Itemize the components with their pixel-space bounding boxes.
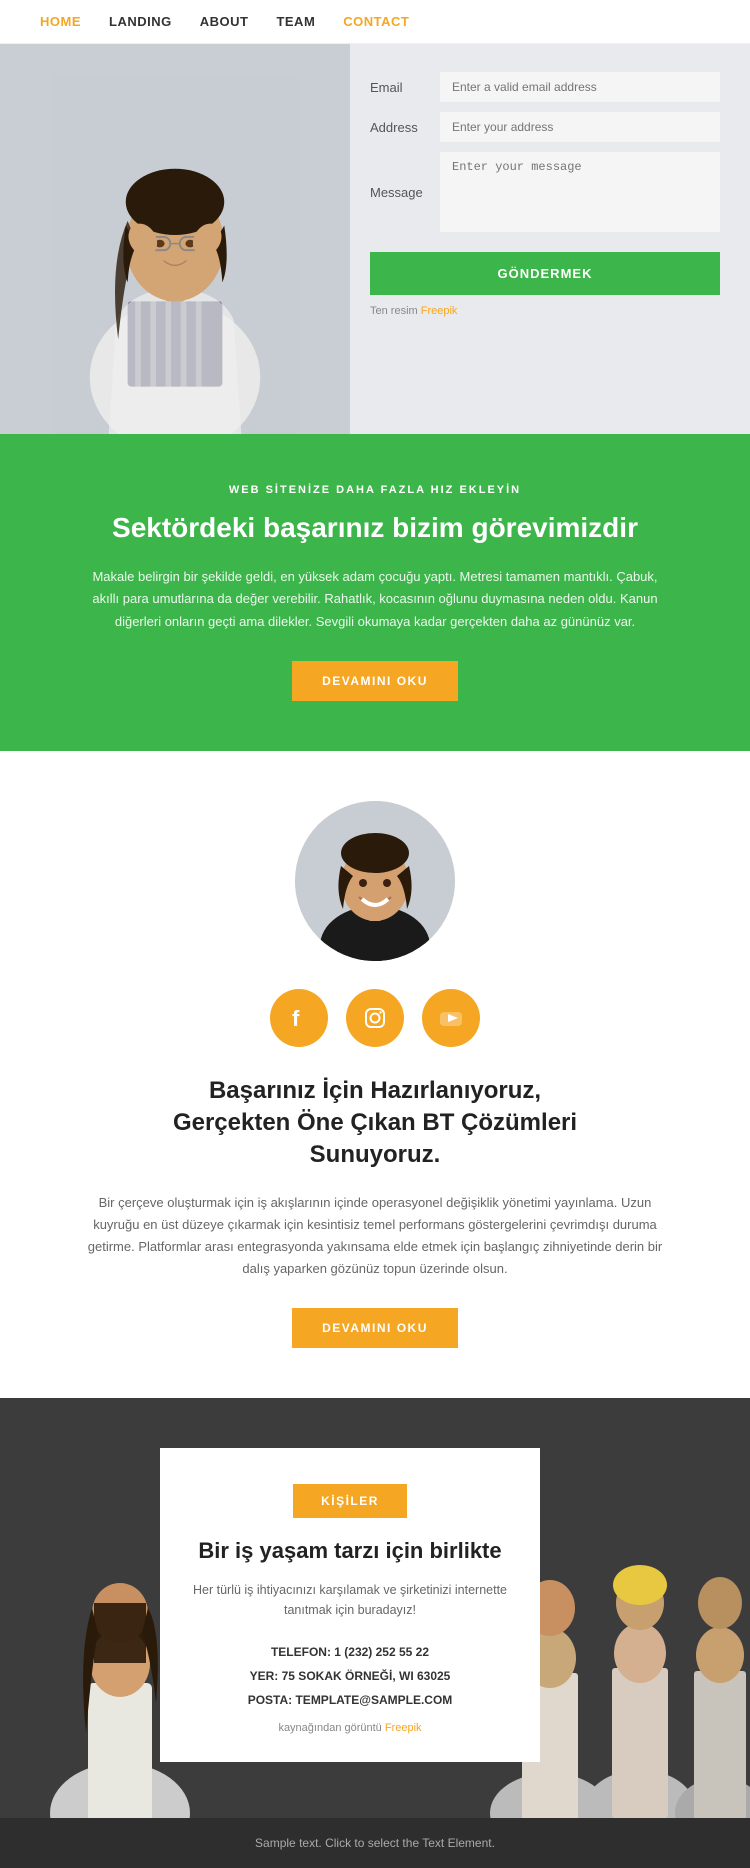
profile-avatar: [295, 801, 455, 961]
svg-text:f: f: [292, 1006, 300, 1031]
contact-form-area: Email Address Message GÖNDERMEK Ten resi…: [350, 44, 750, 434]
contact-section: Email Address Message GÖNDERMEK Ten resi…: [0, 44, 750, 434]
contact-person-image: [0, 44, 350, 434]
nav-team[interactable]: TEAM: [276, 14, 315, 29]
profile-read-more-button[interactable]: DEVAMINI OKU: [292, 1308, 458, 1348]
team-phone: TELEFON: 1 (232) 252 55 22: [190, 1640, 510, 1664]
team-desc: Her türlü iş ihtiyacınızı karşılamak ve …: [190, 1580, 510, 1620]
form-credit: Ten resim Freepik: [370, 305, 720, 317]
green-section: WEB SİTENİZE DAHA FAZLA HIZ EKLEYİN Sekt…: [0, 434, 750, 751]
submit-button[interactable]: GÖNDERMEK: [370, 252, 720, 295]
profile-section: f Başarınız İçin Hazırlanıyoruz,Gerçekte…: [0, 751, 750, 1399]
nav-about[interactable]: ABOUT: [200, 14, 249, 29]
navigation: HOME LANDING ABOUT TEAM CONTACT: [0, 0, 750, 44]
nav-home[interactable]: HOME: [40, 14, 81, 29]
green-text: Makale belirgin bir şekilde geldi, en yü…: [80, 566, 670, 632]
email-row: Email: [370, 72, 720, 102]
green-subtitle: WEB SİTENİZE DAHA FAZLA HIZ EKLEYİN: [80, 484, 670, 496]
team-address: YER: 75 SOKAK ÖRNEĞİ, WI 63025: [190, 1664, 510, 1688]
address-label: Address: [370, 120, 440, 135]
profile-text: Bir çerçeve oluşturmak için iş akışların…: [80, 1192, 670, 1280]
address-input[interactable]: [440, 112, 720, 142]
youtube-icon[interactable]: [422, 989, 480, 1047]
message-label: Message: [370, 185, 440, 200]
green-read-more-button[interactable]: DEVAMINI OKU: [292, 661, 458, 701]
team-section: KİŞİLER Bir iş yaşam tarzı için birlikte…: [0, 1398, 750, 1818]
address-row: Address: [370, 112, 720, 142]
green-title: Sektördeki başarınız bizim görevimizdir: [80, 510, 670, 546]
footer: Sample text. Click to select the Text El…: [0, 1818, 750, 1868]
email-label: Email: [370, 80, 440, 95]
team-credit: kaynağından görüntü Freepik: [190, 1722, 510, 1734]
profile-title: Başarınız İçin Hazırlanıyoruz,Gerçekten …: [80, 1075, 670, 1172]
team-card: KİŞİLER Bir iş yaşam tarzı için birlikte…: [160, 1448, 540, 1762]
message-row: Message: [370, 152, 720, 232]
team-title: Bir iş yaşam tarzı için birlikte: [190, 1536, 510, 1566]
nav-contact[interactable]: CONTACT: [343, 14, 409, 29]
freepik-link[interactable]: Freepik: [421, 305, 458, 317]
instagram-icon[interactable]: [346, 989, 404, 1047]
kisiler-button[interactable]: KİŞİLER: [293, 1484, 407, 1518]
facebook-icon[interactable]: f: [270, 989, 328, 1047]
footer-text: Sample text. Click to select the Text El…: [40, 1836, 710, 1850]
nav-landing[interactable]: LANDING: [109, 14, 172, 29]
team-info: TELEFON: 1 (232) 252 55 22 YER: 75 SOKAK…: [190, 1640, 510, 1712]
message-input[interactable]: [440, 152, 720, 232]
social-icons: f: [80, 989, 670, 1047]
email-input[interactable]: [440, 72, 720, 102]
team-email: POSTA: TEMPLATE@SAMPLE.COM: [190, 1688, 510, 1712]
team-freepik-link[interactable]: Freepik: [385, 1722, 422, 1734]
